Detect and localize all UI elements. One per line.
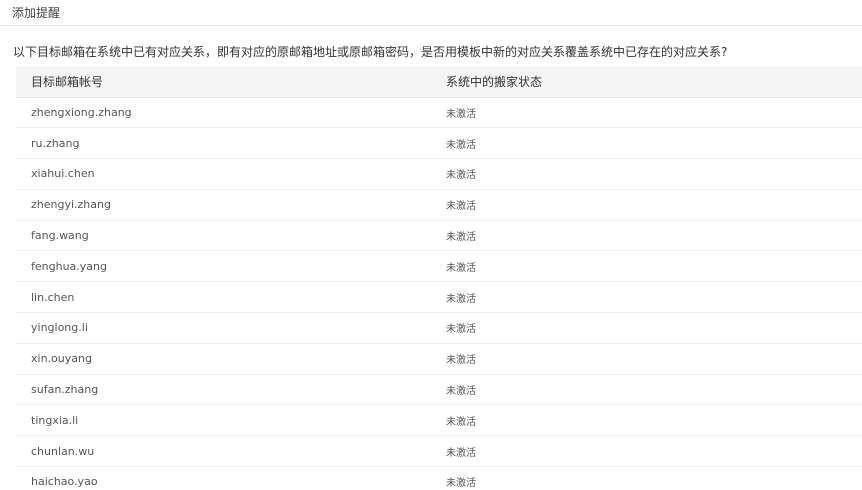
table-row: ru.zhang 未激活 xyxy=(16,127,862,160)
row-account: lin.chen xyxy=(16,281,429,314)
table-row: fang.wang 未激活 xyxy=(16,220,862,252)
row-status: 未激活 xyxy=(429,312,862,344)
table-row: xin.ouyang 未激活 xyxy=(16,343,862,375)
row-account: haichao.yao xyxy=(16,466,429,490)
table-row: haichao.yao 未激活 xyxy=(16,466,862,490)
mailbox-table: 目标邮箱帐号 系统中的搬家状态 zhengxiong.zhang 未激活 ru.… xyxy=(16,66,862,490)
row-account: xiahui.chen xyxy=(16,158,429,190)
row-account: xin.ouyang xyxy=(16,343,429,375)
table-row: sufan.zhang 未激活 xyxy=(16,374,862,406)
dialog-title: 添加提醒 xyxy=(12,6,61,20)
row-status: 未激活 xyxy=(429,158,862,190)
table-body: zhengxiong.zhang 未激活 ru.zhang 未激活 xiahui… xyxy=(16,97,862,490)
row-status: 未激活 xyxy=(429,435,862,468)
row-account: fang.wang xyxy=(16,220,429,252)
column-header-migration-status: 系统中的搬家状态 xyxy=(429,66,862,98)
row-status: 未激活 xyxy=(429,220,862,252)
row-status: 未激活 xyxy=(429,374,862,406)
table-row: yinglong.li 未激活 xyxy=(16,312,862,344)
row-account: ru.zhang xyxy=(16,127,429,160)
column-header-target-account: 目标邮箱帐号 xyxy=(16,66,429,98)
row-status: 未激活 xyxy=(429,281,862,314)
mailbox-table-container: 目标邮箱帐号 系统中的搬家状态 zhengxiong.zhang 未激活 ru.… xyxy=(16,66,862,490)
row-account: chunlan.wu xyxy=(16,435,429,468)
table-header: 目标邮箱帐号 系统中的搬家状态 xyxy=(16,66,862,98)
row-status: 未激活 xyxy=(429,466,862,490)
row-status: 未激活 xyxy=(429,343,862,375)
row-account: zhengxiong.zhang xyxy=(16,97,429,129)
row-status: 未激活 xyxy=(429,189,862,221)
row-status: 未激活 xyxy=(429,127,862,160)
table-row: chunlan.wu 未激活 xyxy=(16,435,862,468)
table-row: tingxia.li 未激活 xyxy=(16,404,862,437)
table-row: lin.chen 未激活 xyxy=(16,281,862,314)
add-reminder-dialog: 添加提醒 以下目标邮箱在系统中已有对应关系，即有对应的原邮箱地址或原邮箱密码，是… xyxy=(0,0,862,490)
table-row: fenghua.yang 未激活 xyxy=(16,250,862,283)
dialog-message: 以下目标邮箱在系统中已有对应关系，即有对应的原邮箱地址或原邮箱密码，是否用模板中… xyxy=(13,45,728,59)
row-account: zhengyi.zhang xyxy=(16,189,429,221)
table-header-row: 目标邮箱帐号 系统中的搬家状态 xyxy=(16,66,862,98)
row-account: tingxia.li xyxy=(16,404,429,437)
table-row: xiahui.chen 未激活 xyxy=(16,158,862,190)
row-status: 未激活 xyxy=(429,250,862,283)
row-status: 未激活 xyxy=(429,404,862,437)
row-account: sufan.zhang xyxy=(16,374,429,406)
row-status: 未激活 xyxy=(429,97,862,129)
row-account: yinglong.li xyxy=(16,312,429,344)
dialog-header: 添加提醒 xyxy=(0,0,862,26)
table-row: zhengyi.zhang 未激活 xyxy=(16,189,862,221)
table-row: zhengxiong.zhang 未激活 xyxy=(16,97,862,129)
row-account: fenghua.yang xyxy=(16,250,429,283)
